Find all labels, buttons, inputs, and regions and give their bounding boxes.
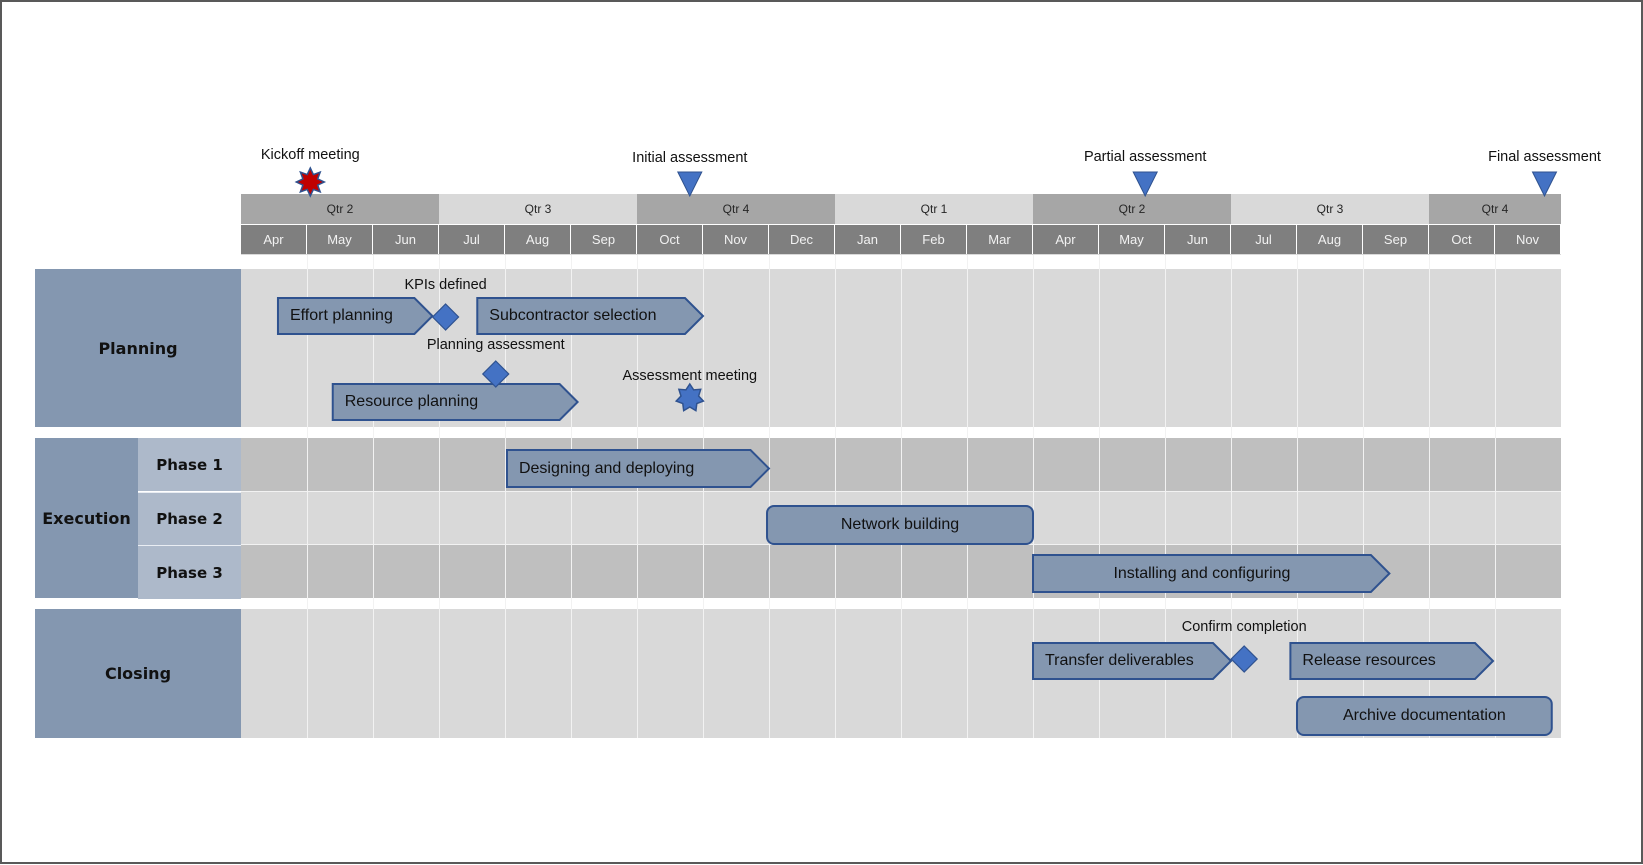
task-shape bbox=[276, 297, 434, 335]
task-bar[interactable] bbox=[1289, 642, 1495, 680]
triangle-down-icon bbox=[676, 171, 703, 198]
diamond-icon bbox=[1230, 645, 1259, 673]
task-shape bbox=[1289, 642, 1495, 680]
task-bar[interactable] bbox=[331, 383, 580, 421]
milestone-label: Planning assessment bbox=[426, 337, 565, 353]
task-shape bbox=[1296, 696, 1553, 736]
star-icon bbox=[294, 166, 327, 198]
task-bar[interactable] bbox=[1032, 554, 1391, 593]
triangle-down-icon bbox=[1132, 171, 1159, 198]
diamond-icon bbox=[431, 303, 460, 331]
task-bar[interactable] bbox=[505, 449, 771, 488]
task-bar[interactable] bbox=[276, 297, 434, 335]
star-icon bbox=[674, 382, 705, 412]
gantt-shapes bbox=[276, 166, 1558, 736]
task-shape bbox=[331, 383, 580, 421]
slide-canvas: Qtr 2 Qtr 3 Qtr 4 Qtr 1 Qtr 2 Qtr 3 Qtr 4 Apr Ma… bbox=[0, 0, 1643, 864]
task-bar[interactable] bbox=[1032, 642, 1233, 680]
task-shape bbox=[1032, 554, 1391, 593]
task-shape bbox=[476, 297, 705, 335]
milestone-label: KPIs defined bbox=[404, 277, 487, 293]
task-shape bbox=[505, 449, 771, 488]
task-bar[interactable] bbox=[476, 297, 705, 335]
task-bar[interactable] bbox=[1296, 696, 1553, 736]
milestone-label: Assessment meeting bbox=[622, 368, 758, 384]
task-bar[interactable] bbox=[766, 505, 1035, 545]
task-shape bbox=[766, 505, 1035, 545]
triangle-down-icon bbox=[1531, 171, 1558, 198]
milestone-label: Confirm completion bbox=[1181, 619, 1307, 635]
task-shape bbox=[1032, 642, 1233, 680]
